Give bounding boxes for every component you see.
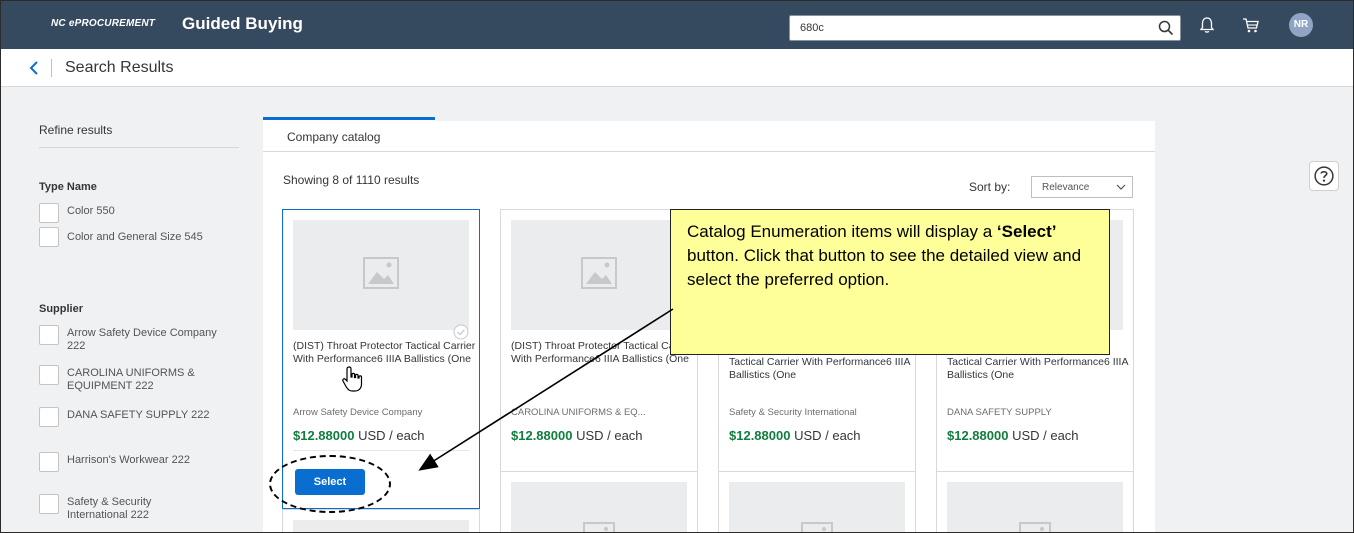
sort-value: Relevance: [1042, 182, 1090, 193]
facet-label: Color and General Size 545: [67, 231, 203, 243]
product-price: $12.88000 USD / each: [729, 428, 861, 443]
highlight-ellipse: [269, 455, 391, 513]
checkbox[interactable]: [39, 494, 59, 514]
price-amount: $12.88000: [947, 428, 1009, 443]
screenshot-frame: NC ePROCUREMENT Guided Buying 680c NR Se…: [0, 0, 1354, 533]
facet-label: Harrison's Workwear 222: [67, 454, 190, 466]
check-circle-icon[interactable]: [453, 324, 469, 340]
image-placeholder-icon: [581, 257, 617, 289]
sort-dropdown[interactable]: Relevance: [1031, 176, 1133, 198]
shell-header: NC ePROCUREMENT Guided Buying 680c NR: [1, 1, 1353, 49]
refine-sidebar: Refine results Type Name Color 550 Color…: [1, 87, 251, 532]
results-count: Showing 8 of 1110 results: [283, 173, 420, 187]
checkbox[interactable]: [39, 203, 59, 223]
price-unit: USD / each: [354, 428, 425, 443]
search-input[interactable]: 680c: [789, 15, 1181, 41]
facet-label: Color 550: [67, 205, 115, 217]
product-card[interactable]: [936, 471, 1134, 532]
facet-label: CAROLINA UNIFORMS & EQUIPMENT 222: [67, 367, 195, 392]
page-subheader: Search Results: [1, 49, 1353, 87]
checkbox[interactable]: [39, 452, 59, 472]
product-card[interactable]: [282, 509, 480, 532]
avatar[interactable]: NR: [1289, 13, 1313, 37]
product-title[interactable]: (DIST) Throat Protector Tactical Carrier…: [511, 340, 695, 366]
divider: [51, 59, 52, 77]
product-supplier: Safety & Security International: [729, 407, 857, 418]
product-title[interactable]: Tactical Carrier With Performance6 IIIA …: [729, 356, 913, 382]
chevron-down-icon: [1116, 184, 1126, 190]
checkbox[interactable]: [39, 365, 59, 385]
image-placeholder-icon: [583, 522, 615, 532]
callout-text: button. Click that button to see the det…: [687, 246, 1082, 289]
hand-cursor-icon: [342, 366, 363, 392]
product-image: [293, 520, 469, 532]
facet-label: Safety & Security International 222: [67, 496, 152, 521]
instruction-callout: Catalog Enumeration items will display a…: [670, 209, 1110, 355]
product-card[interactable]: (DIST) Throat Protector Tactical Carrier…: [500, 209, 698, 509]
help-icon[interactable]: [1309, 161, 1339, 191]
org-logo: NC ePROCUREMENT: [51, 18, 156, 29]
product-card[interactable]: [718, 471, 916, 532]
checkbox[interactable]: [39, 407, 59, 427]
tab-label: Company catalog: [287, 130, 381, 144]
product-title[interactable]: (DIST) Throat Protector Tactical Carrier…: [293, 340, 477, 366]
checkbox[interactable]: [39, 227, 59, 247]
price-unit: USD / each: [572, 428, 643, 443]
price-amount: $12.88000: [511, 428, 573, 443]
product-supplier: Arrow Safety Device Company: [293, 407, 423, 418]
search-value: 680c: [800, 22, 824, 34]
divider: [263, 151, 1155, 152]
app-title[interactable]: Guided Buying: [182, 14, 303, 34]
product-supplier: CAROLINA UNIFORMS & EQ...: [511, 407, 646, 418]
image-placeholder-icon: [363, 257, 399, 289]
facet-label: DANA SAFETY SUPPLY 222: [67, 409, 210, 421]
product-price: $12.88000 USD / each: [511, 428, 643, 443]
back-arrow-icon[interactable]: [27, 60, 41, 76]
price-amount: $12.88000: [293, 428, 355, 443]
callout-bold: ‘Select’: [996, 222, 1057, 241]
product-image: [947, 482, 1123, 532]
price-amount: $12.88000: [729, 428, 791, 443]
image-placeholder-icon: [1019, 522, 1051, 532]
supplier-title: Supplier: [39, 303, 84, 315]
divider: [39, 147, 239, 148]
price-unit: USD / each: [790, 428, 861, 443]
product-image: [511, 220, 687, 330]
search-icon[interactable]: [1158, 20, 1174, 36]
product-card[interactable]: [500, 471, 698, 532]
product-title[interactable]: Tactical Carrier With Performance6 IIIA …: [947, 356, 1131, 382]
product-image: [729, 482, 905, 532]
checkbox[interactable]: [39, 325, 59, 345]
type-name-title: Type Name: [39, 181, 97, 193]
product-price: $12.88000 USD / each: [293, 428, 425, 443]
sort-label: Sort by:: [969, 180, 1011, 194]
product-supplier: DANA SAFETY SUPPLY: [947, 407, 1052, 418]
facet-label: Arrow Safety Device Company 222: [67, 327, 217, 352]
bell-icon[interactable]: [1197, 15, 1217, 35]
product-price: $12.88000 USD / each: [947, 428, 1079, 443]
cart-icon[interactable]: [1241, 15, 1261, 35]
refine-title: Refine results: [39, 123, 113, 137]
divider: [293, 450, 469, 451]
tab-company-catalog[interactable]: Company catalog: [263, 117, 435, 151]
image-placeholder-icon: [801, 522, 833, 532]
price-unit: USD / each: [1008, 428, 1079, 443]
product-image: [511, 482, 687, 532]
page-title: Search Results: [65, 59, 174, 76]
callout-text: Catalog Enumeration items will display a: [687, 222, 997, 241]
product-image: [293, 220, 469, 340]
